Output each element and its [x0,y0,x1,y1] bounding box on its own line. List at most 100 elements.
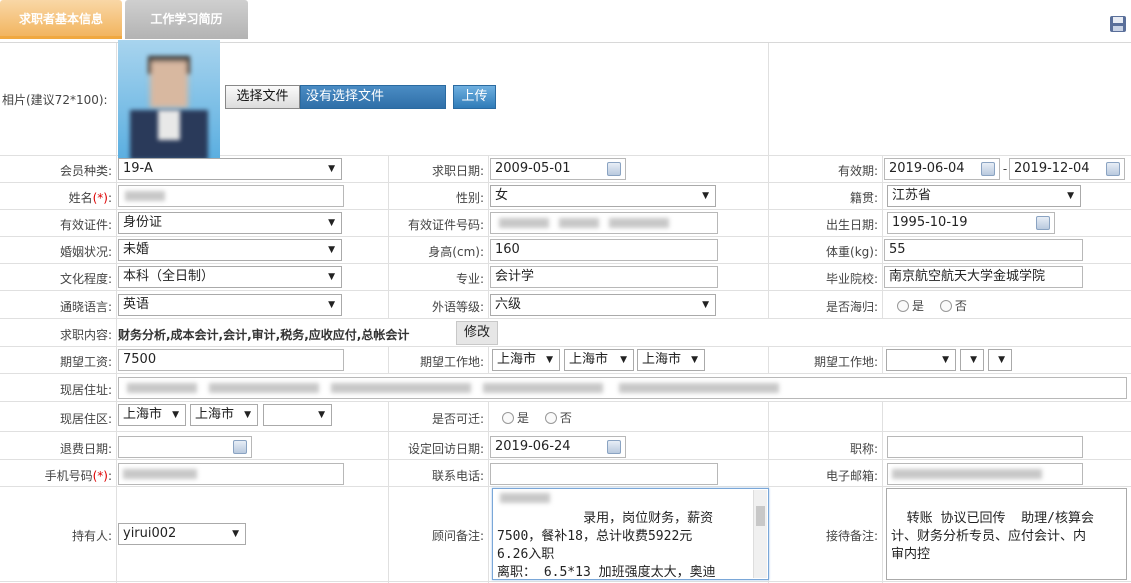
birth-date-input[interactable]: 1995-10-19 [887,212,1055,234]
photo-label: 相片(建议72*100): [2,93,108,107]
chevron-down-icon: ▼ [328,218,335,228]
work-place2-label: 期望工作地: [813,355,878,369]
district-city-select[interactable]: 上海市 ▼ [190,404,258,426]
reception-note-textarea[interactable]: 转账 协议已回传 助理/核算会 计、财务分析专员、应付会计、内 审内控 [886,488,1127,580]
marital-label: 婚姻状况: [59,245,112,259]
education-value: 本科（全日制） [123,269,215,284]
returnee-yes-label: 是 [912,299,925,313]
work-place-district-value: 上海市 [642,352,682,367]
valid-to-input[interactable]: 2019-12-04 [1009,158,1125,180]
id-type-select[interactable]: 身份证 ▼ [118,212,342,234]
chevron-down-icon: ▼ [328,272,335,282]
calendar-icon[interactable] [607,162,621,176]
relocate-yes-label: 是 [517,411,530,425]
scrollbar[interactable] [753,490,767,578]
marital-select[interactable]: 未婚 ▼ [118,239,342,261]
district-area-select[interactable]: ▼ [263,404,332,426]
work-place-province-select[interactable]: 上海市 ▼ [492,349,560,371]
valid-to-value: 2019-12-04 [1014,161,1090,176]
chevron-down-icon: ▼ [328,300,335,310]
returnee-radio-group: 是 否 [897,297,967,314]
relocate-no-radio[interactable] [544,412,557,424]
callback-date-value: 2019-06-24 [495,439,571,454]
returnee-yes-radio[interactable] [897,300,909,312]
valid-period-label: 有效期: [837,164,878,178]
job-title-input[interactable] [887,436,1083,458]
relocate-yes-radio[interactable] [502,412,514,424]
work-place-province-value: 上海市 [497,352,537,367]
save-icon[interactable] [1109,15,1127,33]
email-label: 电子邮箱: [825,469,878,483]
phone-input[interactable] [490,463,718,485]
reception-note-value: 转账 协议已回传 助理/核算会 计、财务分析专员、应付会计、内 审内控 [891,511,1094,562]
calendar-icon[interactable] [981,162,995,176]
id-number-input[interactable] [490,212,718,234]
relocate-label: 是否可迁: [431,412,484,426]
job-title-label: 职称: [849,442,878,456]
photo-thumbnail [118,40,220,160]
origin-select[interactable]: 江苏省 ▼ [887,185,1081,207]
calendar-icon[interactable] [1036,216,1050,230]
apply-date-value: 2009-05-01 [495,161,571,176]
salary-value: 7500 [123,352,157,367]
returnee-no-label: 否 [954,299,967,313]
id-number-label: 有效证件号码: [407,218,484,232]
work-place2-district-select[interactable]: ▼ [988,349,1012,371]
holder-label: 持有人: [71,529,112,543]
email-input[interactable] [887,463,1083,485]
chevron-down-icon: ▼ [546,355,553,365]
major-value: 会计学 [495,269,535,284]
education-select[interactable]: 本科（全日制） ▼ [118,266,342,288]
tab-basic-info[interactable]: 求职者基本信息 [0,0,122,39]
tab-work-study-resume[interactable]: 工作学习简历 [125,0,248,39]
gender-label: 性别: [455,191,484,205]
holder-select[interactable]: yirui002 ▼ [118,523,246,545]
valid-from-input[interactable]: 2019-06-04 [884,158,1000,180]
weight-input[interactable]: 55 [884,239,1083,261]
height-label: 身高(cm): [428,245,484,259]
chevron-down-icon: ▼ [244,410,251,420]
name-input[interactable] [118,185,344,207]
no-file-chosen: 没有选择文件 [300,85,446,109]
language-select[interactable]: 英语 ▼ [118,294,342,316]
work-place2-city-select[interactable]: ▼ [960,349,984,371]
member-type-select[interactable]: 19-A ▼ [118,158,342,180]
salary-input[interactable]: 7500 [118,349,344,371]
gender-select[interactable]: 女 ▼ [490,185,716,207]
language-value: 英语 [123,297,150,312]
phone-label: 联系电话: [431,469,484,483]
work-place-district-select[interactable]: 上海市 ▼ [637,349,705,371]
calendar-icon[interactable] [1106,162,1120,176]
language-level-select[interactable]: 六级 ▼ [490,294,716,316]
choose-file-button[interactable]: 选择文件 [225,85,300,109]
height-input[interactable]: 160 [490,239,718,261]
calendar-icon[interactable] [233,440,247,454]
relocate-no-label: 否 [559,411,572,425]
major-input[interactable]: 会计学 [490,266,718,288]
id-type-value: 身份证 [123,215,163,230]
holder-value: yirui002 [123,526,177,541]
work-place-city-select[interactable]: 上海市 ▼ [564,349,634,371]
district-city-value: 上海市 [195,407,235,422]
returnee-no-radio[interactable] [939,300,952,312]
refund-date-input[interactable] [118,436,252,458]
work-place-label: 期望工作地: [419,355,484,369]
district-label: 现居住区: [59,412,112,426]
advisor-note-value: 录用，岗位财务，薪资 7500，餐补18，总计收费5922元 6.26入职 离职… [497,511,716,580]
refund-date-label: 退费日期: [59,442,112,456]
required-marker: (*) [92,191,108,205]
callback-date-input[interactable]: 2019-06-24 [490,436,626,458]
relocate-radio-group: 是 否 [502,409,572,426]
mobile-input[interactable] [118,463,344,485]
work-place2-province-select[interactable]: ▼ [886,349,956,371]
school-input[interactable]: 南京航空航天大学金城学院 [884,266,1083,288]
address-input[interactable] [118,377,1127,399]
apply-date-input[interactable]: 2009-05-01 [490,158,626,180]
work-place-city-value: 上海市 [569,352,609,367]
apply-date-label: 求职日期: [431,164,484,178]
upload-button[interactable]: 上传 [453,85,496,109]
calendar-icon[interactable] [607,440,621,454]
edit-job-content-button[interactable]: 修改 [456,321,498,345]
chevron-down-icon: ▼ [232,529,239,539]
district-province-select[interactable]: 上海市 ▼ [118,404,186,426]
